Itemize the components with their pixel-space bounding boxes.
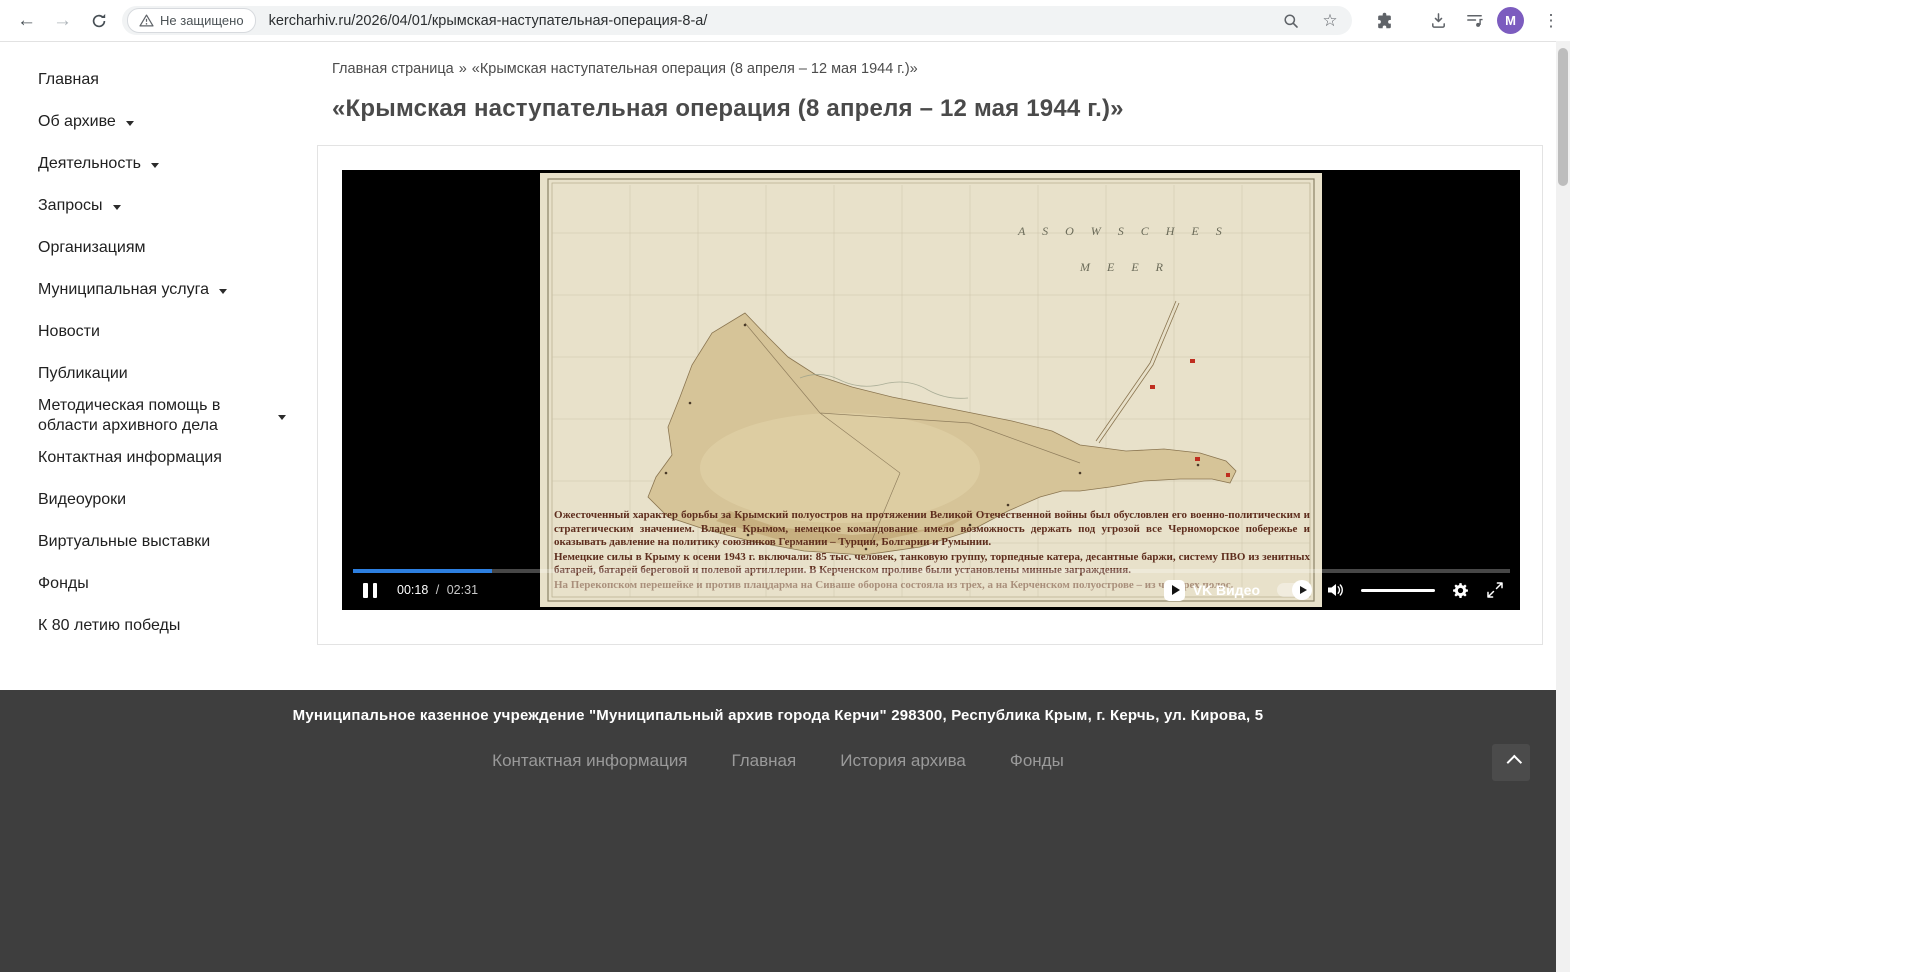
sidebar-item-municipal-service[interactable]: Муниципальная услуга <box>10 269 298 311</box>
sidebar-item-funds[interactable]: Фонды <box>10 563 298 605</box>
sidebar-item-virtual-exhibitions[interactable]: Виртуальные выставки <box>10 521 298 563</box>
breadcrumb-separator: » <box>459 61 467 77</box>
warning-icon <box>139 14 154 27</box>
footer-link-archive-history[interactable]: История архива <box>840 751 966 771</box>
video-player[interactable]: A S O W S C H E S M E E R Ожесточенный х… <box>342 170 1520 610</box>
chevron-down-icon <box>126 121 134 126</box>
url-text: kercharhiv.ru/2026/04/01/крымская-наступ… <box>269 13 708 29</box>
time-separator: / <box>436 583 439 597</box>
sidebar-item-video-lessons[interactable]: Видеоуроки <box>10 479 298 521</box>
security-chip[interactable]: Не защищено <box>127 8 256 33</box>
sidebar-item-home[interactable]: Главная <box>10 59 298 101</box>
video-caption-paragraph: Ожесточенный характер борьбы за Крымский… <box>554 509 1310 550</box>
sidebar-item-requests[interactable]: Запросы <box>10 185 298 227</box>
breadcrumb: Главная страница » «Крымская наступательна… <box>332 61 918 77</box>
sidebar-item-news[interactable]: Новости <box>10 311 298 353</box>
reload-icon[interactable] <box>84 6 113 35</box>
chevron-down-icon <box>219 289 227 294</box>
sidebar-item-publications[interactable]: Публикации <box>10 353 298 395</box>
footer: Муниципальное казенное учреждение "Муниц… <box>0 690 1556 972</box>
browser-toolbar: ← → Не защищено kercharhiv.ru/2026/04/01… <box>0 0 1570 42</box>
video-progress-bar[interactable] <box>353 569 1510 573</box>
video-caption-paragraph: Немецкие силы в Крыму к осени 1943 г. вк… <box>554 551 1310 578</box>
map-frame: A S O W S C H E S M E E R Ожесточенный х… <box>540 173 1322 607</box>
page-scrollbar[interactable] <box>1556 41 1570 972</box>
downloads-icon[interactable] <box>1424 6 1453 35</box>
volume-slider[interactable] <box>1361 589 1435 592</box>
media-controls-icon[interactable] <box>1460 6 1489 35</box>
extensions-icon[interactable] <box>1370 6 1399 35</box>
video-duration: 02:31 <box>447 583 478 597</box>
sea-label-line2: M E E R <box>1079 260 1170 274</box>
back-icon[interactable]: ← <box>12 6 41 35</box>
chevron-down-icon <box>278 415 286 420</box>
sidebar-item-contacts[interactable]: Контактная информация <box>10 437 298 479</box>
scroll-to-top-button[interactable] <box>1492 744 1530 781</box>
autoplay-toggle[interactable] <box>1277 583 1309 597</box>
security-label: Не защищено <box>160 13 244 28</box>
video-time: 00:18 / 02:31 <box>397 583 478 597</box>
pause-button[interactable] <box>363 583 377 598</box>
breadcrumb-home-link[interactable]: Главная страница <box>332 61 454 77</box>
zoom-icon[interactable] <box>1282 12 1300 30</box>
sidebar-item-activity[interactable]: Деятельность <box>10 143 298 185</box>
video-progress-played <box>353 569 492 573</box>
footer-link-funds[interactable]: Фонды <box>1010 751 1064 771</box>
bookmark-star-icon[interactable]: ☆ <box>1321 12 1339 30</box>
profile-avatar[interactable]: M <box>1497 7 1524 34</box>
vk-video-brand[interactable]: VK Видео <box>1164 580 1260 601</box>
scrollbar-thumb[interactable] <box>1558 48 1568 186</box>
sidebar-item-80-victory[interactable]: К 80 летию победы <box>10 605 298 647</box>
footer-links: Контактная информация Главная История ар… <box>0 751 1556 771</box>
address-bar[interactable]: Не защищено kercharhiv.ru/2026/04/01/кры… <box>122 6 1352 35</box>
forward-icon[interactable]: → <box>48 6 77 35</box>
screen: ← → Не защищено kercharhiv.ru/2026/04/01… <box>0 0 1916 972</box>
sidebar-item-organizations[interactable]: Организациям <box>10 227 298 269</box>
breadcrumb-current: «Крымская наступательная операция (8 апр… <box>472 61 918 77</box>
chevron-down-icon <box>113 205 121 210</box>
chevron-up-icon <box>1506 755 1522 771</box>
settings-gear-icon[interactable] <box>1452 582 1469 599</box>
vk-video-label: VK Видео <box>1193 582 1260 598</box>
current-time: 00:18 <box>397 583 428 597</box>
volume-icon[interactable] <box>1326 582 1344 598</box>
fullscreen-icon[interactable] <box>1486 581 1504 599</box>
sidebar: Главная Об архиве Деятельность Запросы О… <box>10 46 298 647</box>
chevron-down-icon <box>151 163 159 168</box>
video-controls: 00:18 / 02:31 VK Видео <box>363 577 1504 603</box>
sidebar-item-about[interactable]: Об архиве <box>10 101 298 143</box>
autoplay-knob-icon <box>1292 580 1312 600</box>
footer-link-home[interactable]: Главная <box>732 751 797 771</box>
sea-label-line1: A S O W S C H E S <box>1017 224 1229 238</box>
footer-address: Муниципальное казенное учреждение "Муниц… <box>0 707 1556 724</box>
sidebar-item-methodical-help[interactable]: Методическая помощь в области архивного … <box>10 395 298 437</box>
video-card: A S O W S C H E S M E E R Ожесточенный х… <box>317 145 1543 645</box>
browser-menu-icon[interactable]: ⋮ <box>1537 6 1565 35</box>
footer-link-contacts[interactable]: Контактная информация <box>492 751 687 771</box>
vk-video-logo-icon <box>1164 580 1185 601</box>
page-title: «Крымская наступательная операция (8 апр… <box>332 95 1124 123</box>
